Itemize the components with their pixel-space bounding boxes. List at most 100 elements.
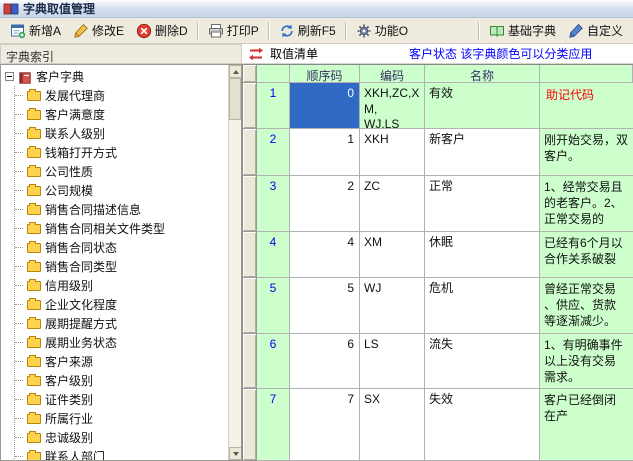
cell-code[interactable]: LS	[360, 334, 425, 389]
tree-item[interactable]: 钱箱打开方式	[15, 143, 241, 162]
cell-name[interactable]: 正常	[425, 176, 540, 232]
customize-button-label: 自定义	[587, 22, 623, 39]
folder-icon	[27, 338, 41, 348]
tree-item[interactable]: 信用级别	[15, 276, 241, 295]
col-header-desc[interactable]	[540, 65, 633, 83]
tree-item[interactable]: 销售合同描述信息	[15, 200, 241, 219]
tree-item[interactable]: 企业文化程度	[15, 295, 241, 314]
tree-item[interactable]: 客户来源	[15, 352, 241, 371]
row-number[interactable]: 2	[257, 129, 290, 176]
cell-seq[interactable]: 0	[290, 83, 360, 129]
window-icon	[3, 1, 19, 17]
tree-item[interactable]: 联系人部门	[15, 447, 241, 461]
edit-button[interactable]: 修改E	[67, 19, 130, 42]
tree-item-label: 客户来源	[45, 353, 93, 370]
folder-icon	[27, 433, 41, 443]
page-title: 取值清单	[270, 45, 318, 62]
add-button-label: 新增A	[29, 22, 61, 39]
col-header-name[interactable]: 名称	[425, 65, 540, 83]
cell-desc[interactable]: 1、有明确事件 以上没有交易 需求。	[540, 334, 633, 389]
titlebar: 字典取值管理	[0, 0, 633, 18]
basic-dictionary-button[interactable]: 基础字典	[483, 19, 562, 42]
customize-button[interactable]: 自定义	[562, 19, 629, 42]
tree-root-item[interactable]: 客户字典	[5, 67, 241, 86]
delete-button[interactable]: 删除D	[130, 19, 194, 42]
scroll-down-button[interactable]	[229, 447, 242, 460]
row-number[interactable]: 5	[257, 278, 290, 334]
tree-item[interactable]: 销售合同相关文件类型	[15, 219, 241, 238]
row-selector[interactable]	[243, 389, 257, 461]
refresh-button[interactable]: 刷新F5	[273, 19, 342, 42]
cell-name[interactable]: 新客户	[425, 129, 540, 176]
row-selector[interactable]	[243, 334, 257, 389]
cell-desc[interactable]: 1、经常交易且 的老客户。2、 正常交易的	[540, 176, 633, 232]
cell-seq[interactable]: 4	[290, 232, 360, 278]
row-selector[interactable]	[243, 278, 257, 334]
cell-name[interactable]: 休眠	[425, 232, 540, 278]
tree-scrollbar[interactable]	[228, 65, 241, 460]
cell-seq[interactable]: 2	[290, 176, 360, 232]
cell-name[interactable]: 危机	[425, 278, 540, 334]
cell-desc[interactable]: 已经有6个月以 合作关系破裂	[540, 232, 633, 278]
basic-dict-icon	[489, 23, 505, 39]
custom-icon	[568, 23, 584, 39]
row-number[interactable]: 7	[257, 389, 290, 461]
print-button[interactable]: 打印P	[202, 19, 265, 42]
row-number[interactable]: 1	[257, 83, 290, 129]
cell-code[interactable]: SX	[360, 389, 425, 461]
tree-connector	[15, 114, 23, 115]
cell-seq[interactable]: 7	[290, 389, 360, 461]
cell-desc[interactable]: 曾经正常交易 、供应、货款 等逐渐减少。	[540, 278, 633, 334]
row-selector[interactable]	[243, 232, 257, 278]
tree-item[interactable]: 公司性质	[15, 162, 241, 181]
tree-item[interactable]: 展期业务状态	[15, 333, 241, 352]
cell-name[interactable]: 流失	[425, 334, 540, 389]
function-button-label: 功能O	[375, 22, 408, 39]
row-number[interactable]: 3	[257, 176, 290, 232]
cell-name[interactable]: 失效	[425, 389, 540, 461]
scroll-up-button[interactable]	[229, 65, 242, 78]
tree-item[interactable]: 所属行业	[15, 409, 241, 428]
row-selector[interactable]	[243, 129, 257, 176]
cell-desc[interactable]: 客户已经倒闭 在产	[540, 389, 633, 461]
col-header-code[interactable]: 编码	[360, 65, 425, 83]
cell-seq[interactable]: 5	[290, 278, 360, 334]
refresh-button-label: 刷新F5	[298, 22, 336, 39]
cell-code[interactable]: XKH,ZC,XM, WJ,LS	[360, 83, 425, 129]
tree-connector	[15, 266, 23, 267]
col-header-seq[interactable]: 顺序码	[290, 65, 360, 83]
row-number[interactable]: 4	[257, 232, 290, 278]
tree-item[interactable]: 客户级别	[15, 371, 241, 390]
tree-item[interactable]: 客户满意度	[15, 105, 241, 124]
transfer-arrows-icon	[248, 46, 264, 62]
cell-seq[interactable]: 6	[290, 334, 360, 389]
cell-code[interactable]: WJ	[360, 278, 425, 334]
dictionary-book-icon	[18, 70, 32, 84]
tree-connector	[15, 152, 23, 153]
cell-code[interactable]: XM	[360, 232, 425, 278]
collapse-icon[interactable]	[5, 72, 14, 81]
tree-item[interactable]: 忠诚级别	[15, 428, 241, 447]
cell-seq[interactable]: 1	[290, 129, 360, 176]
scroll-thumb[interactable]	[229, 78, 241, 120]
tree-item[interactable]: 证件类别	[15, 390, 241, 409]
tree-item[interactable]: 展期提醒方式	[15, 314, 241, 333]
row-number[interactable]: 6	[257, 334, 290, 389]
row-selector[interactable]	[243, 83, 257, 129]
row-selector[interactable]	[243, 176, 257, 232]
add-button[interactable]: 新增A	[4, 19, 67, 42]
tree-item[interactable]: 销售合同状态	[15, 238, 241, 257]
function-button[interactable]: 功能O	[350, 19, 414, 42]
tree-connector	[15, 228, 23, 229]
tree-item[interactable]: 联系人级别	[15, 124, 241, 143]
cell-name[interactable]: 有效	[425, 83, 540, 129]
tree-item[interactable]: 发展代理商	[15, 86, 241, 105]
tree-item-label: 信用级别	[45, 277, 93, 294]
cell-code[interactable]: ZC	[360, 176, 425, 232]
cell-desc[interactable]: 刚开始交易，双 客户。	[540, 129, 633, 176]
cell-code[interactable]: XKH	[360, 129, 425, 176]
tree-item[interactable]: 公司规模	[15, 181, 241, 200]
tree-item[interactable]: 销售合同类型	[15, 257, 241, 276]
refresh-icon	[279, 23, 295, 39]
function-icon	[356, 23, 372, 39]
